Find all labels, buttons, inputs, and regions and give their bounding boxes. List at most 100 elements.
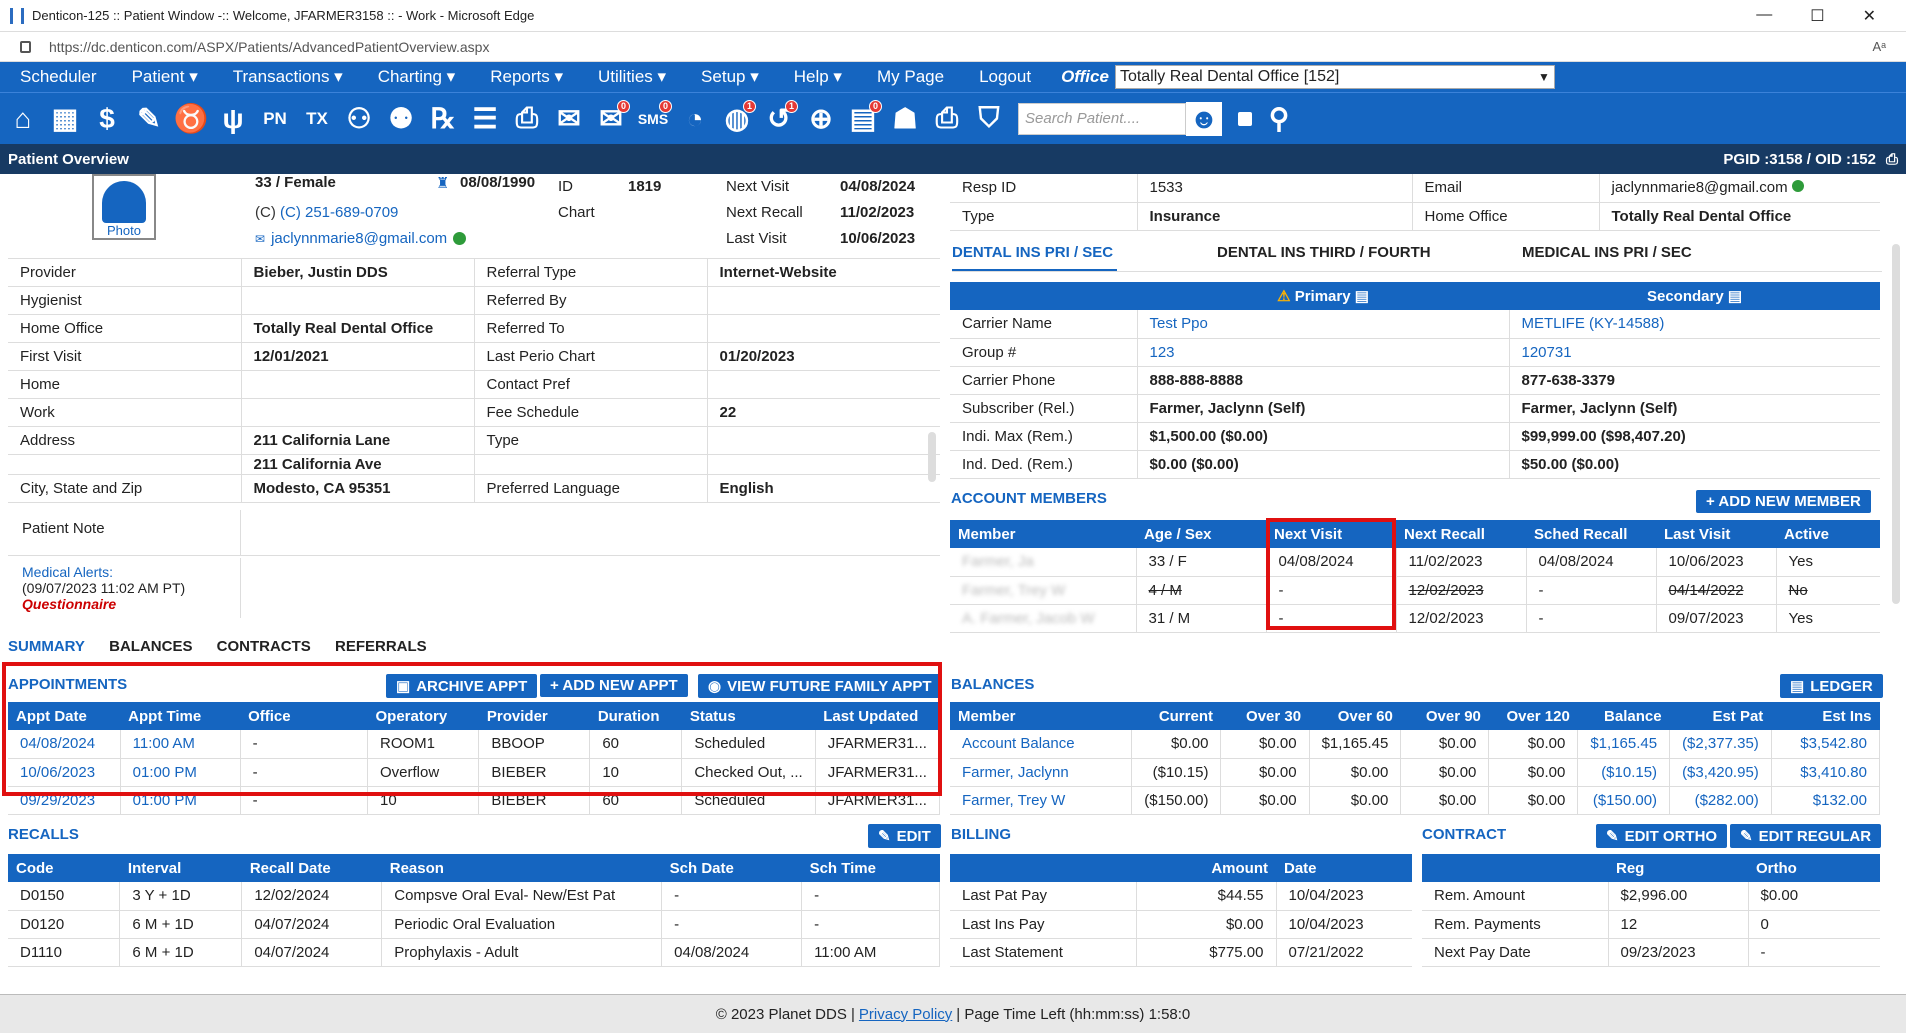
- medical-alerts-title[interactable]: Medical Alerts:: [22, 564, 226, 580]
- shield-down-icon[interactable]: ⛉: [970, 100, 1008, 138]
- tab-dental-pri-sec[interactable]: DENTAL INS PRI / SEC: [952, 244, 1117, 271]
- right-scrollbar[interactable]: [1892, 244, 1900, 604]
- view-future-family-appt-button[interactable]: ◉ VIEW FUTURE FAMILY APPT: [698, 674, 942, 698]
- dollar-icon[interactable]: $: [88, 100, 126, 138]
- read-aloud-icon[interactable]: Aᵃ: [1872, 39, 1886, 54]
- home-icon[interactable]: ⌂: [4, 100, 42, 138]
- appt-time[interactable]: 01:00 PM: [120, 786, 241, 815]
- url-text[interactable]: https://dc.denticon.com/ASPX/Patients/Ad…: [49, 39, 1872, 55]
- printer-icon[interactable]: ⎙: [1886, 151, 1898, 168]
- primary-value[interactable]: Test Ppo: [1137, 310, 1510, 339]
- responsible-party-table: Resp ID 1533 Email jaclynnmarie8@gmail.com …: [950, 174, 1880, 231]
- message-icon[interactable]: ✉ 0: [592, 99, 630, 138]
- member-name[interactable]: Farmer, Trey W: [950, 576, 1137, 605]
- patient-email[interactable]: jaclynnmarie8@gmail.com: [271, 230, 447, 247]
- patient-photo[interactable]: Photo: [92, 174, 156, 240]
- add-family-icon[interactable]: ⚉: [382, 100, 420, 138]
- family-search-icon[interactable]: ⚲: [1260, 100, 1298, 138]
- form-icon[interactable]: ▤ 0: [844, 99, 882, 138]
- tab-dental-third-fourth[interactable]: DENTAL INS THIRD / FOURTH: [1217, 244, 1522, 271]
- balance-amount[interactable]: $3,542.80: [1771, 730, 1881, 759]
- member-name[interactable]: Farmer, Ja: [950, 548, 1137, 577]
- balance-amount[interactable]: ($3,420.95): [1669, 758, 1772, 787]
- doc-icon[interactable]: ▤: [1355, 288, 1369, 305]
- search-checkbox[interactable]: [1238, 111, 1252, 126]
- balance-amount[interactable]: ($150.00): [1577, 786, 1671, 815]
- tab-contracts[interactable]: CONTRACTS: [217, 638, 311, 655]
- tab-summary[interactable]: SUMMARY: [8, 638, 85, 655]
- details-scrollbar[interactable]: [928, 432, 936, 482]
- menu-setup[interactable]: Setup ▾: [701, 67, 759, 87]
- primary-value[interactable]: 123: [1137, 338, 1510, 367]
- balance-member[interactable]: Farmer, Jaclynn: [950, 758, 1132, 787]
- secondary-value[interactable]: 120731: [1509, 338, 1880, 367]
- appt-date[interactable]: 10/06/2023: [8, 758, 121, 787]
- appt-time[interactable]: 01:00 PM: [120, 758, 241, 787]
- tab-balances[interactable]: BALANCES: [109, 638, 192, 655]
- patient-phone[interactable]: (C) 251-689-0709: [280, 204, 398, 221]
- add-patient-icon[interactable]: ⚇: [340, 100, 378, 138]
- doc-icon[interactable]: ▤: [1728, 288, 1742, 305]
- balance-amount[interactable]: $1,165.45: [1577, 730, 1671, 759]
- balance-amount[interactable]: $3,410.80: [1771, 758, 1881, 787]
- rx-icon[interactable]: ℞: [424, 100, 462, 138]
- detail-value: [707, 454, 940, 475]
- archive-appt-button[interactable]: ▣ ARCHIVE APPT: [386, 674, 538, 698]
- secondary-value: $99,999.00 ($98,407.20): [1509, 422, 1880, 451]
- recalls-edit-button[interactable]: ✎ EDIT: [868, 824, 941, 848]
- member-name[interactable]: A. Farmer, Jacob W: [950, 604, 1137, 633]
- edit-regular-button[interactable]: ✎ EDIT REGULAR: [1730, 824, 1882, 848]
- menu-charting[interactable]: Charting ▾: [378, 67, 456, 87]
- globe-alert-icon[interactable]: ◍ 1: [718, 99, 756, 138]
- calendar-icon[interactable]: ▦: [46, 100, 84, 138]
- web-icon[interactable]: ⊕: [802, 100, 840, 138]
- privacy-policy-link[interactable]: Privacy Policy: [859, 1006, 952, 1023]
- tx-icon[interactable]: TX: [298, 100, 336, 138]
- menu-scheduler[interactable]: Scheduler: [20, 67, 97, 87]
- appt-date[interactable]: 09/29/2023: [8, 786, 121, 815]
- tooth-icon[interactable]: ♉: [172, 100, 210, 138]
- member-last-visit: 04/14/2022: [1656, 576, 1777, 605]
- mail-icon[interactable]: ✉: [550, 100, 588, 138]
- add-new-member-button[interactable]: + ADD NEW MEMBER: [1696, 490, 1871, 513]
- menu-transactions[interactable]: Transactions ▾: [233, 67, 343, 87]
- maximize-button[interactable]: ☐: [1810, 6, 1824, 26]
- minimize-button[interactable]: —: [1756, 6, 1772, 26]
- perio-icon[interactable]: ψ: [214, 100, 252, 138]
- appt-time[interactable]: 11:00 AM: [120, 730, 241, 759]
- close-button[interactable]: ✕: [1863, 6, 1876, 26]
- balance-amount[interactable]: ($10.15): [1577, 758, 1671, 787]
- balance-amount[interactable]: ($2,377.35): [1669, 730, 1772, 759]
- menu-utilities[interactable]: Utilities ▾: [598, 67, 666, 87]
- tab-medical-pri-sec[interactable]: MEDICAL INS PRI / SEC: [1522, 244, 1692, 271]
- edit-ortho-button[interactable]: ✎ EDIT ORTHO: [1596, 824, 1728, 848]
- menu-my-page[interactable]: My Page: [877, 67, 944, 87]
- menu-logout[interactable]: Logout: [979, 67, 1031, 87]
- balance-member[interactable]: Farmer, Trey W: [950, 786, 1132, 815]
- office-select[interactable]: Totally Real Dental Office [152] ▼: [1114, 65, 1555, 89]
- edit-chart-icon[interactable]: ✎: [130, 100, 168, 138]
- tab-referrals[interactable]: REFERRALS: [335, 638, 427, 655]
- search-patient-input[interactable]: Search Patient....: [1018, 102, 1186, 135]
- print-icon[interactable]: ⎙: [928, 100, 966, 138]
- appt-date[interactable]: 04/08/2024: [8, 730, 121, 759]
- pn-icon[interactable]: PN: [256, 100, 294, 138]
- menu-reports[interactable]: Reports ▾: [490, 67, 563, 87]
- printer-doc-icon[interactable]: ⎙: [508, 100, 546, 138]
- add-new-appt-button[interactable]: + ADD NEW APPT: [540, 674, 688, 697]
- secondary-value[interactable]: METLIFE (KY-14588): [1509, 310, 1880, 339]
- group-icon[interactable]: ☗: [886, 100, 924, 138]
- clock-icon[interactable]: ◔: [676, 100, 714, 138]
- menu-patient[interactable]: Patient ▾: [132, 67, 198, 87]
- balance-amount[interactable]: ($282.00): [1669, 786, 1772, 815]
- patient-search-icon[interactable]: ☻: [1186, 101, 1222, 136]
- ledger-button[interactable]: ▤ LEDGER: [1780, 674, 1883, 698]
- notes-icon[interactable]: ☰: [466, 100, 504, 138]
- questionnaire-link[interactable]: Questionnaire: [22, 596, 226, 612]
- balance-member[interactable]: Account Balance: [950, 730, 1132, 759]
- address-bar[interactable]: https://dc.denticon.com/ASPX/Patients/Ad…: [0, 32, 1906, 62]
- balance-amount[interactable]: $132.00: [1771, 786, 1881, 815]
- menu-help[interactable]: Help ▾: [794, 67, 842, 87]
- sms-icon[interactable]: SMS 0: [634, 99, 672, 138]
- history-icon[interactable]: ↺ 1: [760, 99, 798, 138]
